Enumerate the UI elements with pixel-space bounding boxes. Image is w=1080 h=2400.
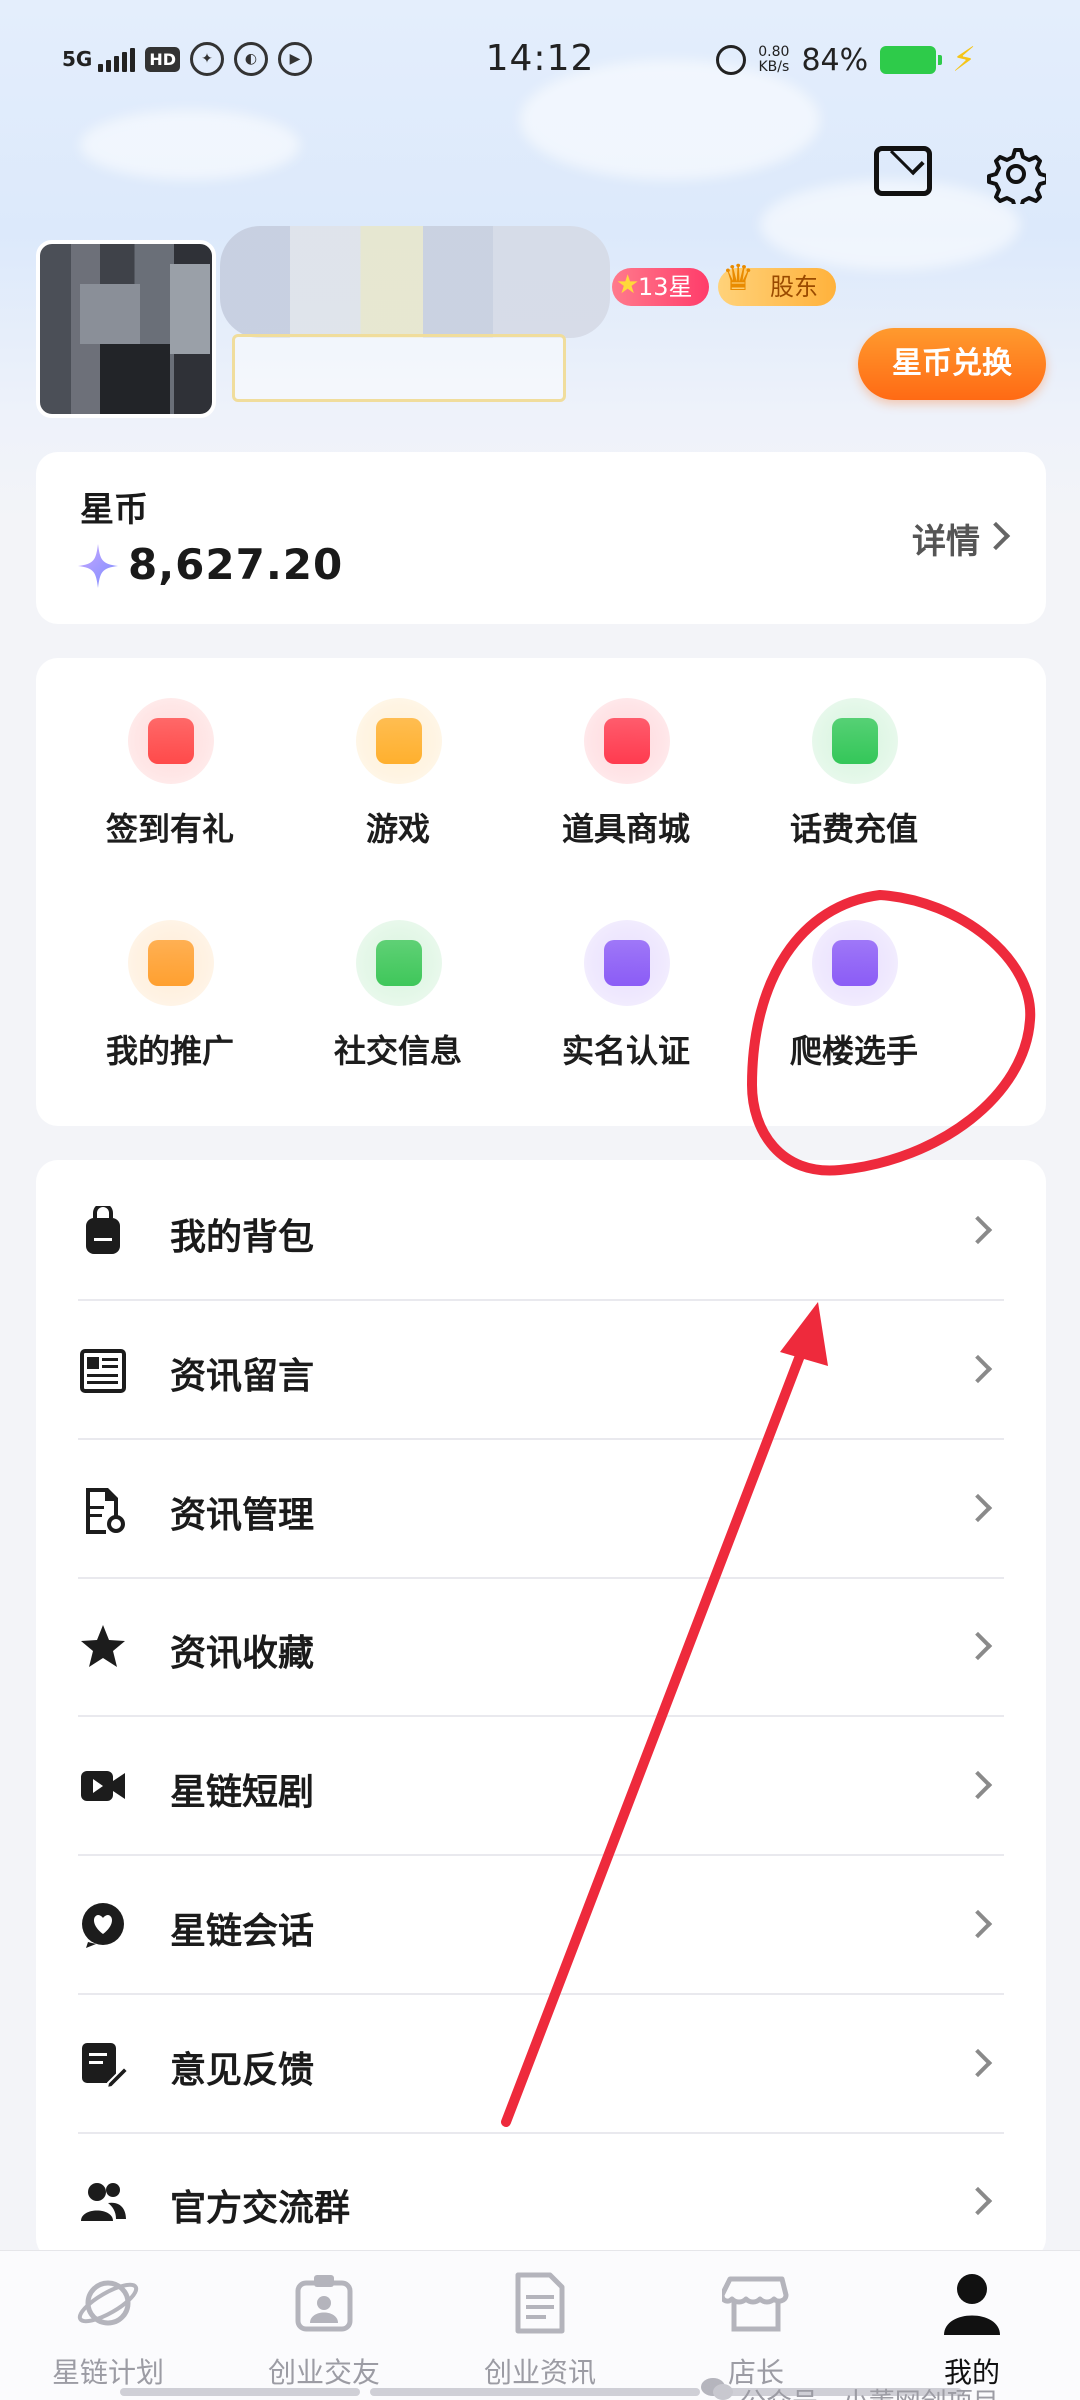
menu-row-label: 资讯收藏: [170, 1633, 315, 1675]
shop-icon: [584, 698, 670, 784]
person-icon: [944, 2274, 1000, 2335]
menu-row[interactable]: 资讯收藏: [36, 1576, 1046, 1718]
star-icon: [81, 1625, 125, 1668]
menu-row-label: 星链会话: [170, 1910, 315, 1952]
tab-item[interactable]: 创业交友: [216, 2251, 432, 2400]
menu-row-label: 资讯管理: [170, 1494, 315, 1536]
quick-action-item[interactable]: 社交信息: [284, 880, 512, 1070]
coins-detail-link[interactable]: 详情: [912, 514, 980, 563]
quick-action-label: 实名认证: [561, 1032, 690, 1070]
bottom-tab-bar: 我的 店长创业资讯 创业交友 星链计划: [0, 2250, 1080, 2400]
chevron-right-icon: [963, 1215, 993, 1245]
sparkle-star-icon: [78, 544, 118, 588]
newspaper-icon: [80, 1348, 126, 1393]
store-icon: [722, 2276, 789, 2332]
chevron-right-icon: [981, 521, 1011, 551]
avatar[interactable]: [36, 240, 216, 418]
chevron-right-icon: [963, 2187, 993, 2216]
quick-action-label: 游戏: [365, 810, 430, 848]
tab-item[interactable]: 店长: [648, 2251, 864, 2400]
tab-label: 创业交友: [267, 2356, 380, 2389]
tab-label: 创业资讯: [483, 2356, 596, 2389]
coins-label: 星币: [80, 490, 148, 530]
menu-row[interactable]: 星链短剧: [36, 1715, 1046, 1856]
backpack-icon: [86, 1206, 120, 1254]
document-icon: [515, 2272, 565, 2334]
chevron-right-icon: [963, 1632, 993, 1661]
group-icon: [81, 2183, 126, 2222]
menu-row[interactable]: 我的背包: [36, 1160, 1046, 1301]
quick-action-item[interactable]: 游戏: [284, 658, 512, 848]
username-blurred: [220, 226, 610, 338]
settings-gear-icon[interactable]: [986, 144, 1046, 204]
quick-action-item[interactable]: 实名认证: [512, 880, 740, 1070]
wechat-official-icon: [701, 2378, 733, 2400]
quick-action-item[interactable]: 话费充值: [740, 658, 968, 848]
watermark: 公众号 · 小董网创项目: [700, 2378, 999, 2400]
quick-action-label: 社交信息: [333, 1032, 462, 1070]
quick-action-label: 爬楼选手: [789, 1032, 918, 1070]
chevron-right-icon: [963, 1909, 993, 1938]
menu-row-label: 星链短剧: [170, 1772, 315, 1813]
megaphone-icon: [128, 920, 214, 1006]
chevron-right-icon: [963, 2048, 993, 2077]
quick-action-item[interactable]: 我的推广: [56, 880, 284, 1070]
chevron-right-icon: [963, 1493, 993, 1522]
feedback-edit-icon: [82, 2042, 128, 2089]
charging-icon: ⚡: [952, 40, 976, 80]
video-icon: [81, 1771, 125, 1801]
menu-row-label: 我的背包: [170, 1217, 315, 1258]
coin-exchange-button[interactable]: 星币兑换: [858, 328, 1046, 400]
mail-icon[interactable]: [874, 146, 932, 196]
menu-row[interactable]: 意见反馈: [36, 1993, 1046, 2134]
menu-row-label: 官方交流群: [170, 2188, 351, 2230]
chevron-right-icon: [963, 1770, 993, 1800]
network-speed: 0.80 KB/s: [758, 44, 790, 75]
alarm-icon: [716, 45, 747, 75]
menu-row[interactable]: 资讯管理: [36, 1438, 1046, 1579]
quick-actions-card: 签到有礼 游戏 道具商城 话费充值我的推广 社交信息 实名认证 爬楼选手: [36, 658, 1046, 1126]
menu-row[interactable]: 资讯留言: [36, 1299, 1046, 1440]
gift-icon: [128, 698, 214, 784]
document-gear-icon: [86, 1487, 125, 1534]
user-id-box: [232, 334, 566, 402]
shareholder-badge: ♛ 股东: [718, 260, 836, 306]
coins-card[interactable]: 星币 8,627.20 详情: [36, 452, 1046, 624]
menu-list: 我的背包资讯留言资讯管理资讯收藏星链短剧星链会话意见反馈官方交流群: [36, 1160, 1046, 2260]
gamepad-icon: [356, 698, 442, 784]
chat-icon: [356, 920, 442, 1006]
coins-balance: 8,627.20: [128, 540, 344, 589]
chevron-right-icon: [963, 1354, 993, 1383]
quick-action-item[interactable]: 爬楼选手: [740, 880, 968, 1070]
quick-action-item[interactable]: 签到有礼: [56, 658, 284, 848]
menu-row-label: 意见反馈: [170, 2049, 315, 2091]
status-bar: 5G HD ✦ ◐ ▶ 14:12 0.80 KB/s 84% ⚡: [0, 0, 1080, 120]
quick-action-label: 话费充值: [789, 810, 918, 848]
battery-percent: 84%: [801, 42, 869, 78]
tab-item[interactable]: 星链计划: [0, 2251, 216, 2400]
id-card-icon: [295, 2275, 353, 2332]
quick-action-label: 签到有礼: [105, 810, 234, 848]
tab-item[interactable]: 创业资讯: [432, 2251, 648, 2400]
menu-row-label: 资讯留言: [170, 1355, 315, 1397]
home-indicator-mid: [370, 2388, 700, 2396]
battery-icon: [880, 46, 943, 74]
tab-item[interactable]: 我的: [864, 2251, 1080, 2400]
tab-label: 星链计划: [51, 2356, 164, 2389]
heart-chat-icon: [82, 1902, 124, 1948]
brick-wall-icon: [812, 920, 898, 1006]
quick-action-label: 我的推广: [105, 1032, 234, 1070]
phone-recharge-icon: [812, 698, 898, 784]
menu-row[interactable]: 星链会话: [36, 1854, 1046, 1995]
id-verify-icon: [584, 920, 670, 1006]
home-indicator-left: [120, 2388, 360, 2396]
planet-icon: [77, 2280, 139, 2326]
quick-action-label: 道具商城: [561, 810, 690, 848]
level-badge: 13星: [612, 266, 709, 306]
crown-icon: ♛: [722, 258, 755, 299]
quick-action-item[interactable]: 道具商城: [512, 658, 740, 848]
